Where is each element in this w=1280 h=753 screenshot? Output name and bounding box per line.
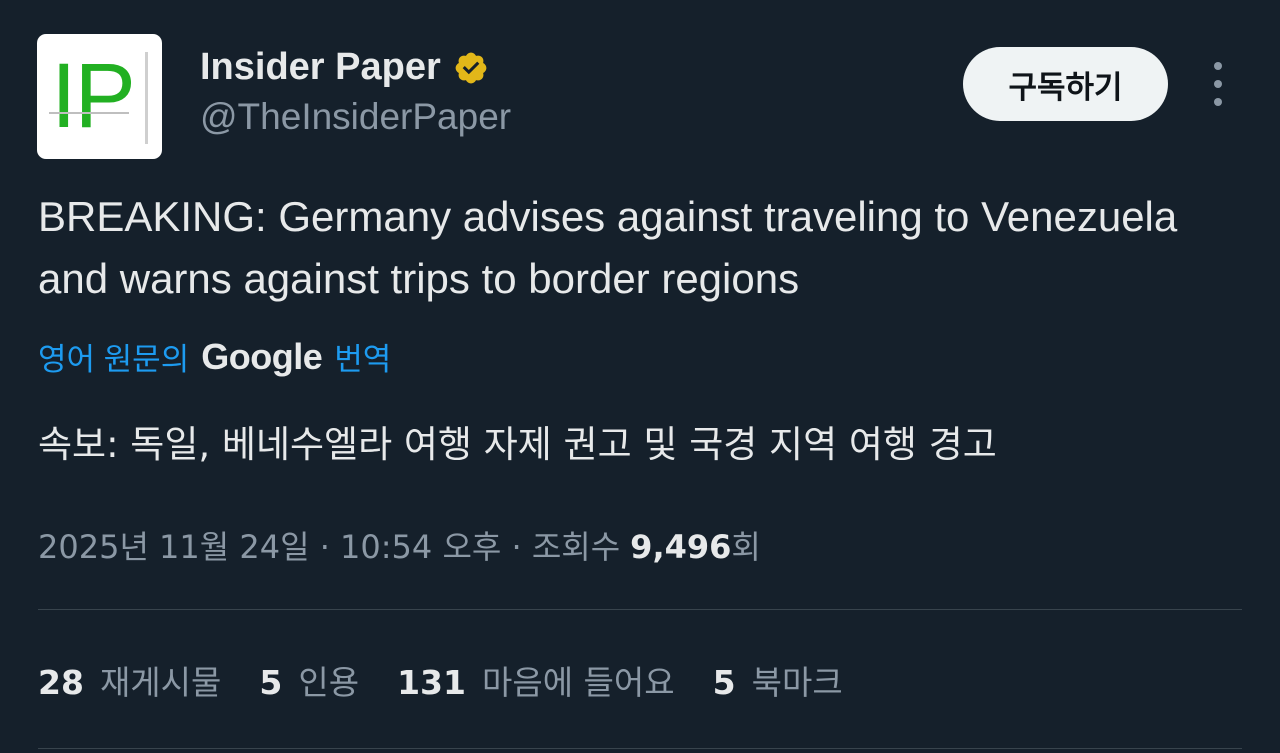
more-vertical-icon[interactable]: [1200, 62, 1236, 106]
author-handle[interactable]: @TheInsiderPaper: [200, 96, 511, 138]
reposts-stat[interactable]: 28 재게시물: [38, 656, 221, 704]
translation-suffix: 번역: [334, 342, 392, 377]
views-suffix: 회: [731, 528, 761, 566]
more-dot: [1214, 80, 1222, 88]
likes-stat[interactable]: 131 마음에 들어요: [397, 656, 675, 704]
avatar-logo-shadow: [145, 52, 148, 144]
divider: [38, 609, 1242, 610]
bookmarks-label: 북마크: [751, 663, 843, 702]
translation-prefix: 영어 원문의: [38, 342, 190, 377]
quotes-stat[interactable]: 5 인용: [259, 656, 359, 704]
bookmarks-stat[interactable]: 5 북마크: [713, 656, 843, 704]
more-dot: [1214, 62, 1222, 70]
quotes-count: 5: [259, 663, 283, 702]
more-dot: [1214, 98, 1222, 106]
avatar-logo-text: IP: [51, 45, 136, 147]
avatar[interactable]: IP: [37, 34, 162, 159]
tweet-detail: IP Insider Paper @TheInsiderPaper 구독하기 B…: [0, 0, 1280, 753]
likes-label: 마음에 들어요: [481, 663, 675, 702]
author-display-name[interactable]: Insider Paper: [200, 46, 441, 89]
reposts-label: 재게시물: [99, 663, 222, 702]
translation-attribution[interactable]: 영어 원문의 Google 번역: [38, 334, 391, 379]
views-count: 9,496: [630, 528, 732, 566]
tweet-text: BREAKING: Germany advises against travel…: [38, 193, 1178, 302]
tweet-timestamp[interactable]: 2025년 11월 24일 · 10:54 오후 · 조회수: [38, 522, 620, 568]
engagement-stats: 28 재게시물 5 인용 131 마음에 들어요 5 북마크: [38, 656, 881, 704]
reposts-count: 28: [38, 663, 84, 702]
verified-badge-icon[interactable]: [453, 50, 489, 86]
translated-tweet-text: 속보: 독일, 베네수엘라 여행 자제 권고 및 국경 지역 여행 경고: [38, 423, 997, 466]
likes-count: 131: [397, 663, 466, 702]
google-logo: Google: [201, 335, 323, 377]
avatar-logo-underline: [49, 112, 129, 114]
author-name-row[interactable]: Insider Paper: [200, 46, 489, 89]
divider: [38, 748, 1242, 749]
quotes-label: 인용: [298, 663, 360, 702]
tweet-meta: 2025년 11월 24일 · 10:54 오후 · 조회수 9,496 회: [38, 522, 761, 568]
bookmarks-count: 5: [712, 663, 736, 702]
subscribe-button[interactable]: 구독하기: [963, 47, 1168, 121]
